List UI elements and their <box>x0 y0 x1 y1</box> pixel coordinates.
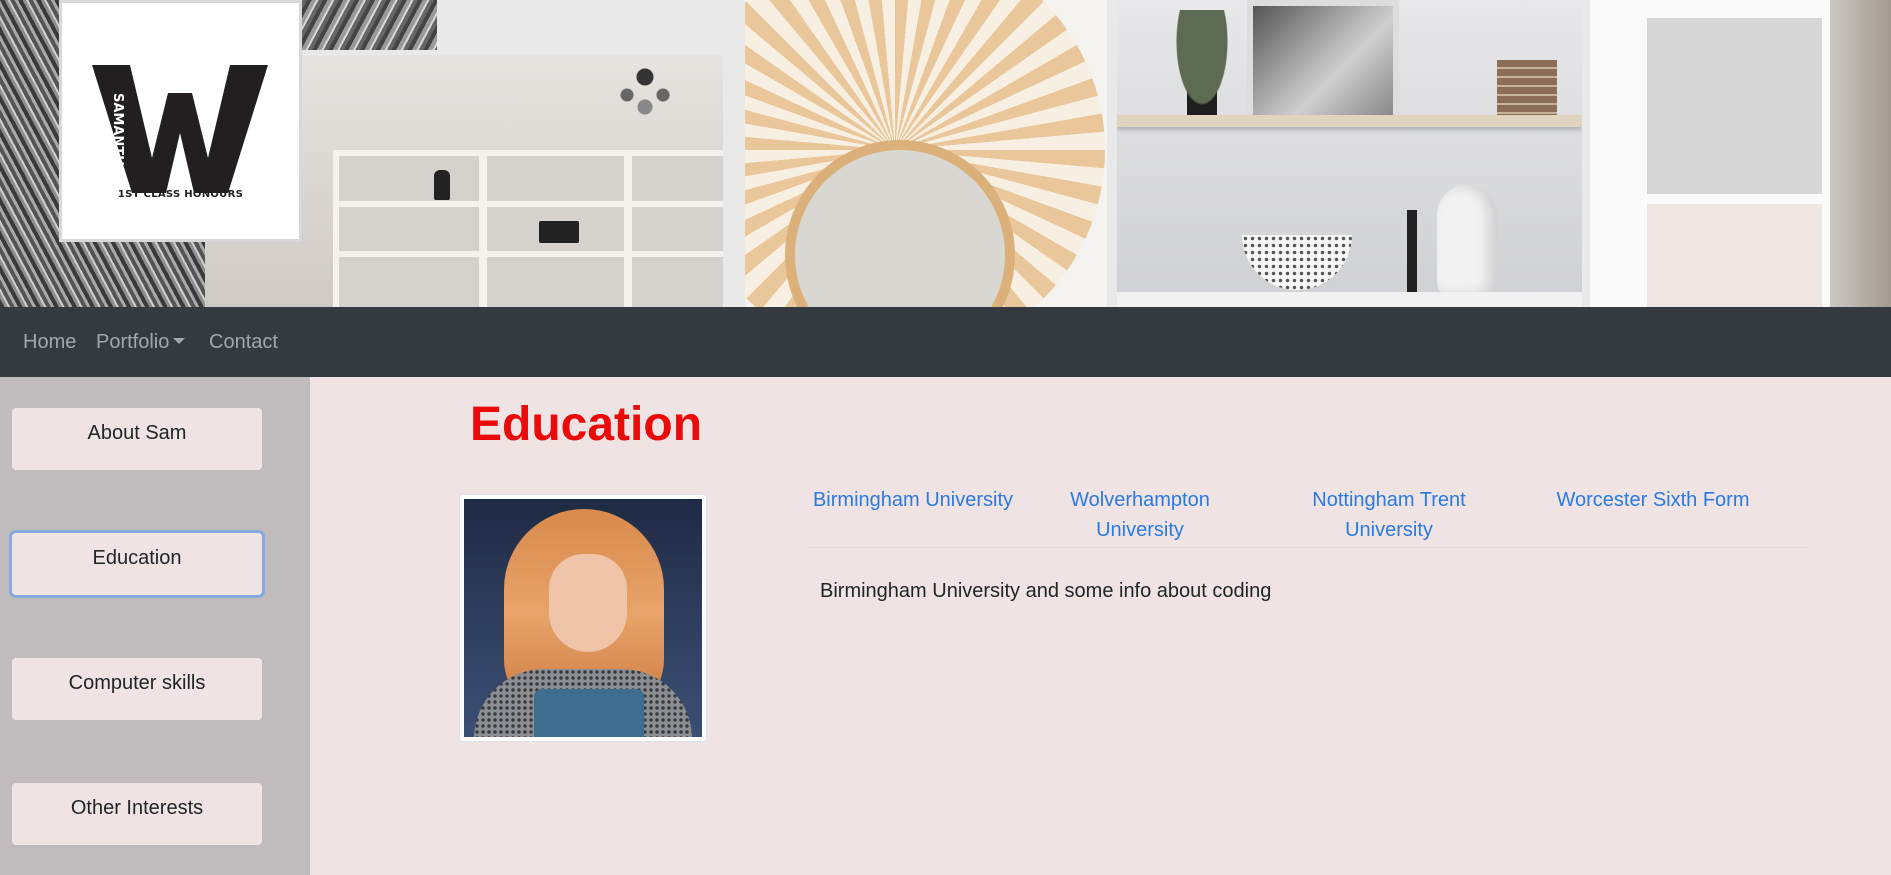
nav-contact-link[interactable]: Contact <box>209 307 278 377</box>
nav-home-link[interactable]: Home <box>23 307 76 377</box>
hero-room-image <box>1117 0 1582 307</box>
navbar: Home Portfolio Contact <box>0 307 1891 377</box>
hero-side-image <box>1590 0 1891 307</box>
logo-w-icon: SAMANTHA <box>92 65 268 193</box>
nav-home-label: Home <box>23 331 77 353</box>
chandelier-image <box>600 59 690 119</box>
sidebar-button-computer-skills[interactable]: Computer skills <box>12 658 262 720</box>
page-title: Education <box>470 398 703 451</box>
profile-photo-image <box>464 499 702 737</box>
logo-side-text: SAMANTHA <box>110 93 125 176</box>
sidebar: About Sam Education Computer skills Othe… <box>0 377 310 875</box>
tab-content-text: Birmingham University and some info abou… <box>820 580 1272 602</box>
main-content: Education Birmingham University Wolverha… <box>310 377 1891 875</box>
sidebar-button-education[interactable]: Education <box>12 533 262 595</box>
hero-banner: SAMANTHA 1ST CLASS HONOURS <box>0 0 1891 307</box>
profile-photo <box>459 494 707 742</box>
logo-caption: 1ST CLASS HONOURS <box>117 189 244 200</box>
education-tabs: Birmingham University Wolverhampton Univ… <box>808 485 1808 548</box>
sidebar-button-about-sam[interactable]: About Sam <box>12 408 262 470</box>
tab-wolverhampton-university[interactable]: Wolverhampton University <box>1055 485 1225 545</box>
hero-mirror-image <box>745 0 1107 307</box>
nav-portfolio-label: Portfolio <box>96 331 170 353</box>
nav-contact-label: Contact <box>209 331 278 353</box>
tab-worcester-sixth-form[interactable]: Worcester Sixth Form <box>1543 485 1763 515</box>
tab-birmingham-university[interactable]: Birmingham University <box>808 485 1018 515</box>
caret-down-icon <box>173 338 186 344</box>
sidebar-button-other-interests[interactable]: Other Interests <box>12 783 262 845</box>
tab-nottingham-trent-university[interactable]: Nottingham Trent University <box>1304 485 1474 545</box>
nav-portfolio-dropdown[interactable]: Portfolio <box>96 307 186 377</box>
logo[interactable]: SAMANTHA 1ST CLASS HONOURS <box>59 0 302 242</box>
